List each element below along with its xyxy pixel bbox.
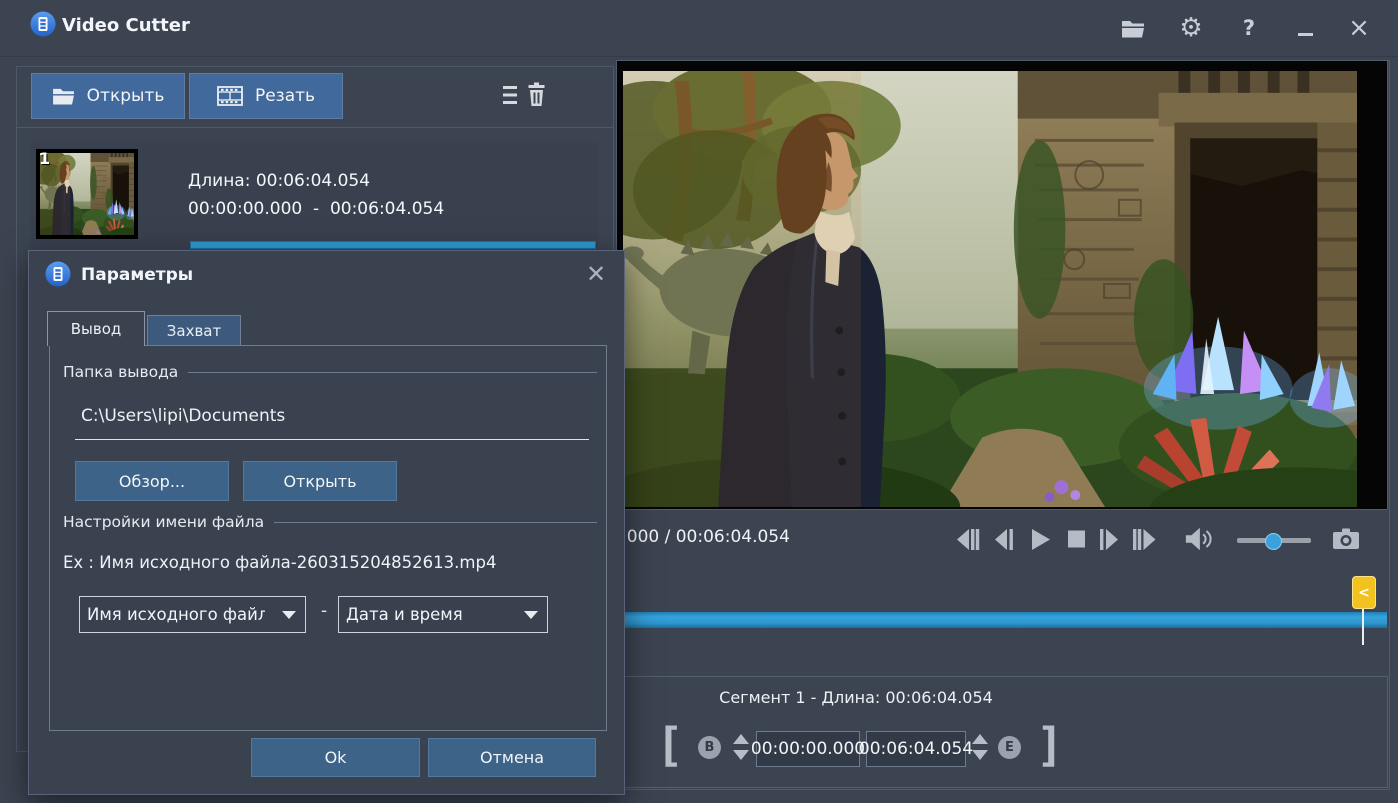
jump-forward-icon [1131, 527, 1158, 552]
filmstrip-icon [217, 86, 243, 106]
stop-icon [1066, 527, 1087, 552]
segment-close-bracket: ] [1036, 722, 1064, 768]
jump-back-button[interactable] [953, 525, 981, 553]
tab-capture[interactable]: Захват [147, 315, 241, 346]
group-divider [274, 522, 597, 523]
volume-button[interactable] [1184, 525, 1212, 553]
open-video-button[interactable]: Открыть [31, 73, 185, 119]
stepper-down-icon[interactable] [733, 750, 749, 760]
ok-button[interactable]: Ok [251, 738, 420, 777]
thumbnail-image [40, 153, 134, 235]
app-logo-icon [30, 11, 56, 37]
timeline-marker[interactable]: < [1352, 576, 1376, 609]
speaker-icon [1184, 526, 1212, 552]
tab-content-frame [49, 345, 607, 731]
frame-forward-icon [1097, 527, 1120, 552]
help-icon[interactable]: ? [1234, 14, 1264, 42]
snapshot-button[interactable] [1332, 525, 1360, 553]
item-progress-bar [190, 241, 596, 249]
end-time-stepper[interactable] [972, 734, 988, 760]
clear-list-icon [501, 81, 549, 109]
playlist-toolbar: Открыть Резать [17, 67, 613, 128]
video-frame-image [623, 71, 1357, 507]
clear-list-button[interactable] [501, 81, 549, 109]
settings-dialog: Параметры ✕ Вывод Захват Папка вывода C:… [28, 250, 625, 795]
dialog-close-button[interactable]: ✕ [581, 259, 611, 289]
stepper-up-icon[interactable] [733, 734, 749, 744]
segment-title: Сегмент 1 - Длина: 00:06:04.054 [616, 688, 1096, 707]
gear-icon[interactable]: ⚙ [1176, 14, 1206, 42]
end-marker-button[interactable]: E [998, 736, 1021, 759]
app-window: { "titlebar": { "title": "Video Cutter",… [0, 0, 1398, 803]
item-index-badge: 1 [39, 149, 50, 168]
volume-slider[interactable] [1237, 538, 1311, 543]
begin-time-input[interactable]: 00:00:00.000 [756, 731, 860, 767]
dialog-logo-icon [45, 261, 71, 287]
playlist-item[interactable]: 1 Длина: 00:06:04.054 00:00:00.000 - 00:… [30, 143, 598, 249]
open-video-label: Открыть [87, 86, 165, 106]
begin-time-stepper[interactable] [733, 734, 749, 760]
open-folder-button[interactable]: Открыть [243, 461, 397, 501]
volume-slider-handle[interactable] [1265, 533, 1282, 550]
item-length-text: Длина: 00:06:04.054 [188, 171, 370, 191]
cut-video-button[interactable]: Резать [189, 73, 343, 119]
frame-back-icon [993, 527, 1016, 552]
output-folder-group: Папка вывода [63, 363, 597, 381]
output-folder-input[interactable]: C:\Users\lipi\Documents [81, 406, 285, 426]
item-range-text: 00:00:00.000 - 00:06:04.054 [188, 199, 444, 219]
date-time-combo-value: Дата и время [339, 605, 463, 624]
jump-back-icon [954, 527, 981, 552]
filename-group-label: Настройки имени файла [63, 513, 264, 531]
close-icon[interactable]: × [1344, 14, 1374, 42]
output-folder-underline [75, 439, 589, 440]
chevron-down-icon [282, 611, 296, 619]
cancel-button[interactable]: Отмена [428, 738, 596, 777]
tab-output[interactable]: Вывод [47, 311, 145, 346]
cut-video-label: Резать [255, 86, 315, 106]
frame-forward-button[interactable] [1094, 525, 1122, 553]
minimize-glyph [1298, 33, 1313, 36]
minimize-icon[interactable] [1290, 14, 1320, 42]
open-file-icon[interactable] [1118, 14, 1148, 42]
dialog-title: Параметры [81, 265, 193, 285]
stop-button[interactable] [1062, 525, 1090, 553]
source-name-combo-value: Имя исходного файла [80, 605, 265, 624]
frame-back-button[interactable] [990, 525, 1018, 553]
titlebar: Video Cutter ⚙ ? × [0, 0, 1398, 57]
begin-marker-button[interactable]: B [698, 736, 721, 759]
source-name-combo[interactable]: Имя исходного файла [79, 596, 306, 633]
end-time-input[interactable]: 00:06:04.054 [866, 731, 966, 767]
output-folder-group-label: Папка вывода [63, 363, 178, 381]
browse-button[interactable]: Обзор... [75, 461, 229, 501]
chevron-down-icon [524, 611, 538, 619]
play-button[interactable] [1026, 525, 1054, 553]
jump-forward-button[interactable] [1130, 525, 1158, 553]
play-icon [1029, 527, 1052, 552]
timeline-track[interactable] [617, 612, 1387, 628]
stepper-down-icon[interactable] [972, 750, 988, 760]
filename-group: Настройки имени файла [63, 513, 597, 531]
segment-open-bracket: [ [656, 722, 684, 768]
video-preview [616, 60, 1388, 510]
filename-example: Ex : Имя исходного файла-260315204852613… [63, 553, 496, 572]
group-divider [188, 372, 597, 373]
folder-icon [52, 87, 75, 105]
camera-icon [1332, 527, 1360, 551]
filename-separator: - [321, 601, 327, 621]
date-time-combo[interactable]: Дата и время [338, 596, 548, 633]
stepper-up-icon[interactable] [972, 734, 988, 744]
window-title: Video Cutter [62, 15, 190, 36]
video-thumbnail: 1 [36, 149, 138, 239]
timeline-marker-stem [1362, 607, 1364, 645]
